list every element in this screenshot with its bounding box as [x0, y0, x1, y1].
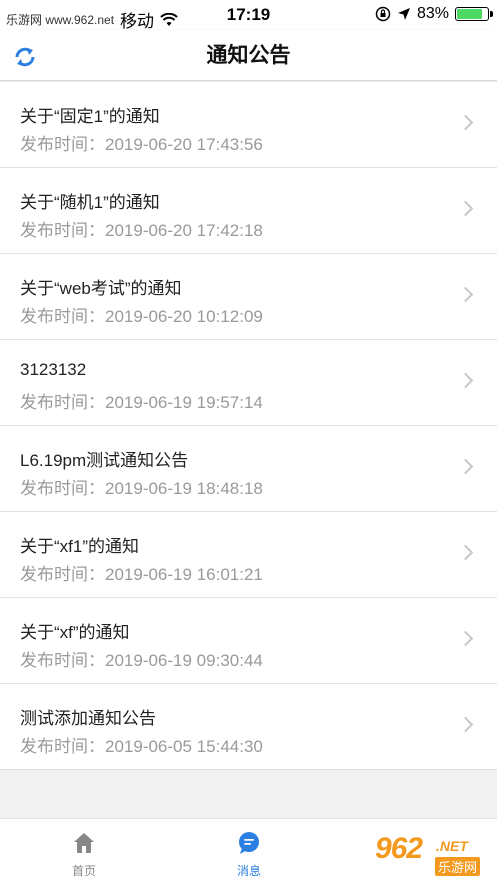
battery-percentage: 83%: [416, 5, 449, 22]
notice-title: L6.19pm测试通知公告: [20, 451, 189, 470]
tab-messages-label: 消息: [236, 864, 261, 878]
chevron-right-icon: [457, 286, 474, 303]
notice-date: 发布时间：2019-06-05 15:44:30: [20, 737, 263, 756]
notice-date: 发布时间：2019-06-19 18:48:18: [20, 479, 263, 498]
notice-item[interactable]: 关于“xf”的通知 发布时间：2019-06-19 09:30:44: [0, 598, 497, 684]
notice-date: 发布时间：2019-06-20 10:12:09: [20, 307, 263, 326]
notice-date: 发布时间：2019-06-19 19:57:14: [20, 393, 263, 412]
notice-date: 发布时间：2019-06-19 16:01:21: [20, 565, 263, 584]
chevron-right-icon: [457, 716, 474, 733]
notice-title: 关于“xf1”的通知: [20, 537, 139, 556]
chevron-right-icon: [457, 200, 474, 217]
notice-item[interactable]: 测试添加通知公告 发布时间：2019-06-05 15:44:30: [0, 684, 497, 769]
notice-list: 关于“固定1”的通知 发布时间：2019-06-20 17:43:56 关于“随…: [0, 82, 497, 770]
notice-title: 关于“xf”的通知: [20, 623, 130, 642]
notice-title: 关于“web考试”的通知: [20, 279, 182, 298]
notice-title: 3123132: [20, 360, 87, 379]
battery-icon: [455, 7, 493, 21]
notice-date: 发布时间：2019-06-20 17:43:56: [20, 135, 263, 154]
chevron-right-icon: [457, 372, 474, 389]
tab-messages[interactable]: 消息: [189, 819, 309, 884]
chevron-right-icon: [457, 544, 474, 561]
brand-logo-text: 962: [375, 832, 423, 865]
tab-home-label: 首页: [71, 864, 96, 878]
notice-item[interactable]: 关于“web考试”的通知 发布时间：2019-06-20 10:12:09: [0, 254, 497, 340]
notice-item[interactable]: L6.19pm测试通知公告 发布时间：2019-06-19 18:48:18: [0, 426, 497, 512]
brand-name: 乐游网: [435, 857, 481, 876]
rotation-lock-icon: [375, 6, 391, 22]
notice-item[interactable]: 关于“随机1”的通知 发布时间：2019-06-20 17:42:18: [0, 168, 497, 254]
battery-level: [457, 9, 482, 19]
notice-item[interactable]: 关于“固定1”的通知 发布时间：2019-06-20 17:43:56: [0, 82, 497, 168]
brand-watermark: 962 .NET 乐游网: [361, 832, 491, 878]
notice-item[interactable]: 关于“xf1”的通知 发布时间：2019-06-19 16:01:21: [0, 512, 497, 598]
notice-title: 测试添加通知公告: [20, 709, 156, 728]
notice-date: 发布时间：2019-06-20 17:42:18: [20, 221, 263, 240]
home-icon: [74, 833, 94, 853]
page-title: 通知公告: [206, 44, 291, 67]
brand-net-text: .NET: [436, 838, 468, 854]
status-bar: 乐游网 www.962.net 移动 17:19 83%: [0, 0, 497, 31]
notice-title: 关于“固定1”的通知: [20, 107, 160, 126]
notice-date: 发布时间：2019-06-19 09:30:44: [20, 651, 263, 670]
location-arrow-icon: [397, 8, 410, 20]
chevron-right-icon: [457, 458, 474, 475]
navigation-bar: 通知公告: [0, 30, 497, 81]
notice-item[interactable]: 3123132 发布时间：2019-06-19 19:57:14: [0, 340, 497, 426]
notice-title: 关于“随机1”的通知: [20, 193, 160, 212]
chat-bubble-icon: [239, 832, 259, 854]
chevron-right-icon: [457, 114, 474, 131]
chevron-right-icon: [457, 630, 474, 647]
tab-home[interactable]: 首页: [24, 819, 144, 884]
